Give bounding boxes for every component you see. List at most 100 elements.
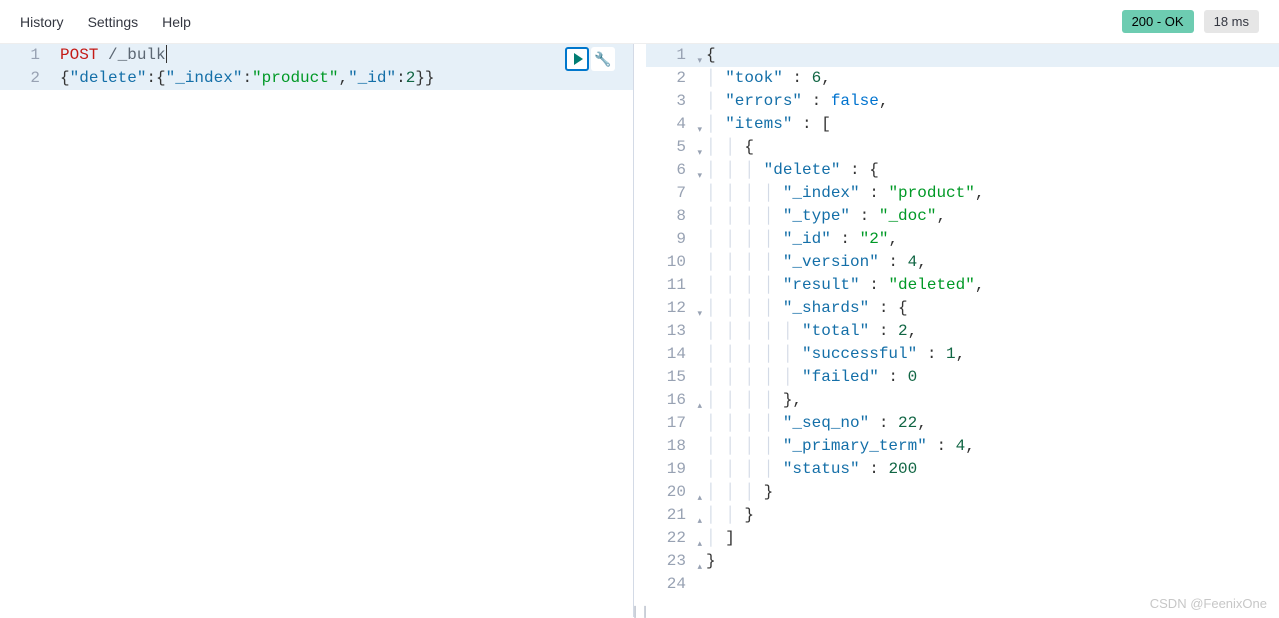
- response-line: 10│ │ │ │ "_version" : 4,: [646, 251, 1279, 274]
- code-content: │ │ │ │ "_index" : "product",: [694, 182, 1279, 205]
- code-content: │ │ │ │ "_type" : "_doc",: [694, 205, 1279, 228]
- response-line: 6▾│ │ │ "delete" : {: [646, 159, 1279, 182]
- line-number: 14: [646, 343, 694, 366]
- response-viewer[interactable]: 1▾{2│ "took" : 6,3│ "errors" : false,4▾│…: [646, 44, 1279, 617]
- code-content: │ "errors" : false,: [694, 90, 1279, 113]
- line-number: 18: [646, 435, 694, 458]
- fold-open-icon[interactable]: ▾: [697, 303, 702, 326]
- code-content: [694, 573, 1279, 596]
- code-content: │ │ │ │ "_shards" : {: [694, 297, 1279, 320]
- fold-close-icon[interactable]: ▴: [697, 533, 702, 556]
- response-line: 17│ │ │ │ "_seq_no" : 22,: [646, 412, 1279, 435]
- response-line: 2│ "took" : 6,: [646, 67, 1279, 90]
- response-line: 16▴│ │ │ │ },: [646, 389, 1279, 412]
- line-number: 15: [646, 366, 694, 389]
- response-line: 15│ │ │ │ │ "failed" : 0: [646, 366, 1279, 389]
- code-content: {: [694, 44, 1279, 67]
- fold-open-icon[interactable]: ▾: [697, 50, 702, 73]
- line-number: 19: [646, 458, 694, 481]
- fold-open-icon[interactable]: ▾: [697, 165, 702, 188]
- response-line: 9│ │ │ │ "_id" : "2",: [646, 228, 1279, 251]
- status-area: 200 - OK 18 ms: [1122, 10, 1259, 33]
- code-content: │ │ │ │ "_seq_no" : 22,: [694, 412, 1279, 435]
- response-line: 12▾│ │ │ │ "_shards" : {: [646, 297, 1279, 320]
- split-panes: 🔧 1 POST /_bulk 2 {"delete":{"_index":"p…: [0, 44, 1279, 617]
- status-badge: 200 - OK: [1122, 10, 1194, 33]
- fold-close-icon[interactable]: ▴: [697, 487, 702, 510]
- line-number: 24: [646, 573, 694, 596]
- code-content: │ "took" : 6,: [694, 67, 1279, 90]
- response-line: 11│ │ │ │ "result" : "deleted",: [646, 274, 1279, 297]
- nav-settings[interactable]: Settings: [88, 14, 139, 30]
- line-number: 6▾: [646, 159, 694, 182]
- fold-close-icon[interactable]: ▴: [697, 395, 702, 418]
- code-content: │ │ │ }: [694, 481, 1279, 504]
- code-content[interactable]: {"delete":{"_index":"product","_id":2}}: [50, 67, 633, 90]
- code-content: │ "items" : [: [694, 113, 1279, 136]
- nav-history[interactable]: History: [20, 14, 64, 30]
- code-content: │ │ │ │ │ "successful" : 1,: [694, 343, 1279, 366]
- fold-open-icon[interactable]: ▾: [697, 119, 702, 142]
- header: History Settings Help 200 - OK 18 ms: [0, 0, 1279, 44]
- request-line[interactable]: 1 POST /_bulk: [0, 44, 633, 67]
- request-line[interactable]: 2 {"delete":{"_index":"product","_id":2}…: [0, 67, 633, 90]
- response-line: 19│ │ │ │ "status" : 200: [646, 458, 1279, 481]
- response-line: 24: [646, 573, 1279, 596]
- line-number: 3: [646, 90, 694, 113]
- nav: History Settings Help: [20, 14, 191, 30]
- code-content: }: [694, 550, 1279, 573]
- response-line: 18│ │ │ │ "_primary_term" : 4,: [646, 435, 1279, 458]
- response-line: 22▴│ ]: [646, 527, 1279, 550]
- code-content: │ │ }: [694, 504, 1279, 527]
- line-number: 1▾: [646, 44, 694, 67]
- code-content: │ ]: [694, 527, 1279, 550]
- code-content: │ │ │ │ },: [694, 389, 1279, 412]
- code-content: │ │ │ │ │ "failed" : 0: [694, 366, 1279, 389]
- code-content: │ │ │ "delete" : {: [694, 159, 1279, 182]
- code-content: │ │ │ │ "result" : "deleted",: [694, 274, 1279, 297]
- run-button[interactable]: [565, 47, 589, 71]
- response-line: 14│ │ │ │ │ "successful" : 1,: [646, 343, 1279, 366]
- response-line: 21▴│ │ }: [646, 504, 1279, 527]
- wrench-icon: 🔧: [594, 51, 611, 68]
- fold-close-icon[interactable]: ▴: [697, 556, 702, 579]
- code-content: │ │ │ │ "_id" : "2",: [694, 228, 1279, 251]
- line-number: 10: [646, 251, 694, 274]
- line-number: 4▾: [646, 113, 694, 136]
- response-line: 3│ "errors" : false,: [646, 90, 1279, 113]
- response-line: 20▴│ │ │ }: [646, 481, 1279, 504]
- response-line: 7│ │ │ │ "_index" : "product",: [646, 182, 1279, 205]
- line-number: 5▾: [646, 136, 694, 159]
- timing-badge: 18 ms: [1204, 10, 1259, 33]
- response-line: 13│ │ │ │ │ "total" : 2,: [646, 320, 1279, 343]
- cursor: [166, 45, 167, 63]
- line-number: 23▴: [646, 550, 694, 573]
- fold-open-icon[interactable]: ▾: [697, 142, 702, 165]
- code-content: │ │ │ │ │ "total" : 2,: [694, 320, 1279, 343]
- code-content: │ │ │ │ "status" : 200: [694, 458, 1279, 481]
- line-number: 21▴: [646, 504, 694, 527]
- fold-close-icon[interactable]: ▴: [697, 510, 702, 533]
- line-number: 11: [646, 274, 694, 297]
- play-icon: [574, 53, 583, 65]
- line-number: 1: [0, 44, 50, 67]
- line-number: 2: [0, 67, 50, 90]
- wrench-button[interactable]: 🔧: [591, 47, 615, 71]
- line-number: 22▴: [646, 527, 694, 550]
- line-number: 7: [646, 182, 694, 205]
- request-editor[interactable]: 🔧 1 POST /_bulk 2 {"delete":{"_index":"p…: [0, 44, 634, 617]
- response-line: 4▾│ "items" : [: [646, 113, 1279, 136]
- line-number: 20▴: [646, 481, 694, 504]
- nav-help[interactable]: Help: [162, 14, 191, 30]
- run-actions: 🔧: [565, 47, 615, 71]
- line-number: 8: [646, 205, 694, 228]
- response-line: 5▾│ │ {: [646, 136, 1279, 159]
- line-number: 13: [646, 320, 694, 343]
- line-number: 12▾: [646, 297, 694, 320]
- response-line: 1▾{: [646, 44, 1279, 67]
- line-number: 16▴: [646, 389, 694, 412]
- code-content: │ │ │ │ "_version" : 4,: [694, 251, 1279, 274]
- pane-resize-handle[interactable]: ❘❘: [634, 44, 646, 617]
- code-content[interactable]: POST /_bulk: [50, 44, 633, 67]
- response-line: 23▴}: [646, 550, 1279, 573]
